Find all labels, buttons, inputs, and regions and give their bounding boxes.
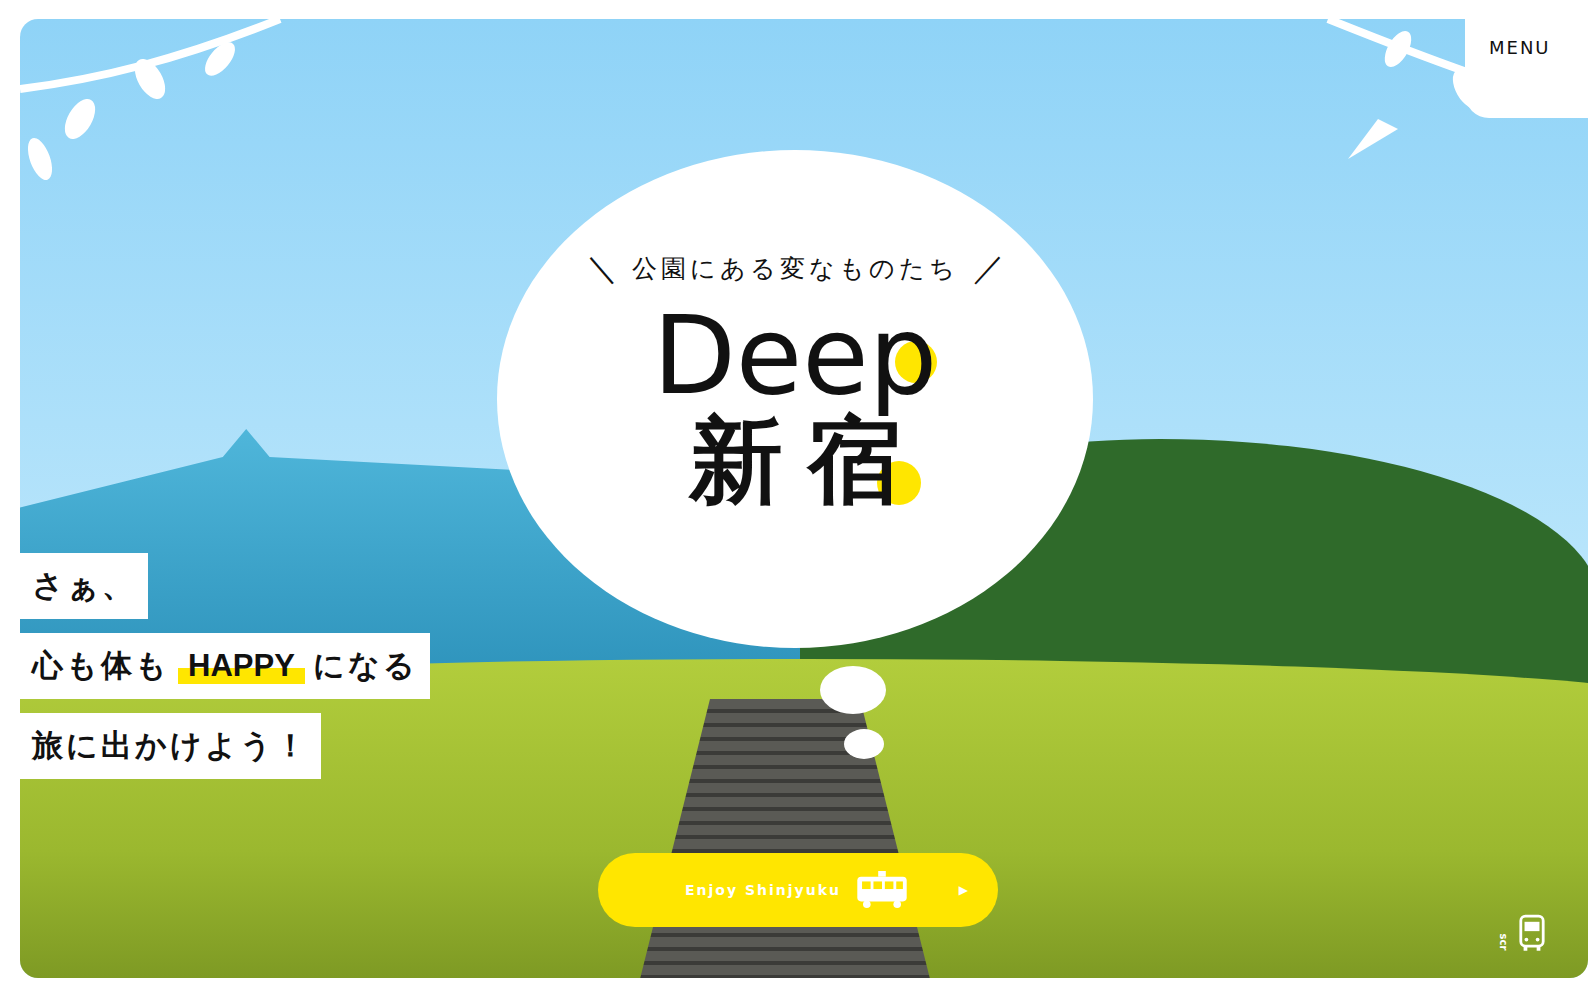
tagline-text: になる bbox=[313, 645, 418, 687]
thought-bubble bbox=[844, 729, 884, 759]
highlight-word: HAPPY bbox=[178, 648, 305, 684]
subtitle-mark: ／ bbox=[973, 247, 1005, 291]
tagline-text: 旅に出かけよう！ bbox=[32, 725, 309, 767]
scroll-indicator[interactable]: scr bbox=[1494, 914, 1546, 952]
train-icon bbox=[853, 871, 911, 909]
page: ＼ 公園にある変なものたち ／ Deep 新宿 さぁ、心も体もHAPPYになる旅… bbox=[0, 0, 1590, 998]
tagline-row: 心も体もHAPPYになる bbox=[20, 633, 430, 699]
thought-bubble bbox=[820, 666, 886, 714]
menu-button[interactable]: MENU bbox=[1465, 0, 1590, 118]
hero: ＼ 公園にある変なものたち ／ Deep 新宿 さぁ、心も体もHAPPYになる旅… bbox=[20, 19, 1588, 978]
tagline-text: 心も体も bbox=[32, 645, 170, 687]
subtitle: 公園にある変なものたち bbox=[632, 252, 959, 285]
subtitle-row: ＼ 公園にある変なものたち ／ bbox=[586, 247, 1005, 291]
tagline-text: さぁ、 bbox=[32, 565, 136, 607]
scroll-label: scr bbox=[1498, 934, 1509, 952]
tagline-row: さぁ、 bbox=[20, 553, 148, 619]
subtitle-mark: ＼ bbox=[586, 247, 618, 291]
tagline: さぁ、心も体もHAPPYになる旅に出かけよう！ bbox=[20, 553, 430, 779]
tagline-row: 旅に出かけよう！ bbox=[20, 713, 321, 779]
branch-left-icon bbox=[20, 19, 320, 219]
enjoy-button[interactable]: Enjoy Shinjyuku ▶ bbox=[598, 853, 998, 927]
title-bubble: ＼ 公園にある変なものたち ／ Deep 新宿 bbox=[497, 150, 1093, 648]
bus-icon bbox=[1518, 914, 1546, 952]
title-line: 新宿 bbox=[689, 412, 925, 511]
title-line: Deep bbox=[653, 299, 938, 412]
